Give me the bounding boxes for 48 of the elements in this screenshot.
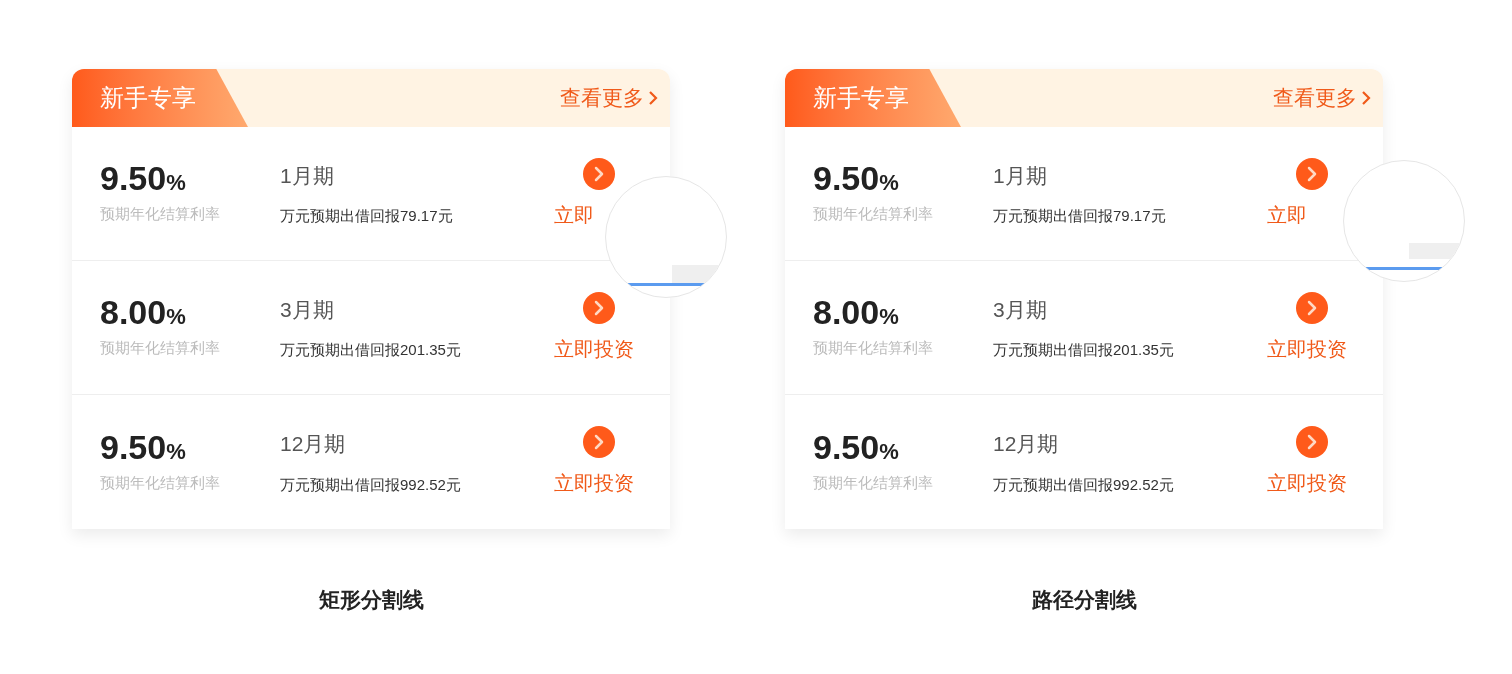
percent-sign: % xyxy=(166,440,186,463)
rate-label: 预期年化结算利率 xyxy=(100,204,221,225)
arrow-circle-icon xyxy=(1296,426,1328,458)
arrow-circle-icon xyxy=(583,157,615,190)
return-text: 万元预期出借回报992.52元 xyxy=(280,474,462,495)
arrow-circle-icon xyxy=(583,426,615,458)
percent-sign: % xyxy=(879,440,899,463)
invest-link[interactable]: 立即投资 xyxy=(1267,333,1347,364)
rate-value: 8.00 xyxy=(813,295,880,330)
rate-value: 9.50 xyxy=(813,161,880,196)
caption: 矩形分割线 xyxy=(318,587,424,613)
see-more-link[interactable]: 查看更多 xyxy=(1273,82,1371,114)
rate-label: 预期年化结算利率 xyxy=(813,472,934,493)
term-label: 3月期 xyxy=(993,296,1048,323)
return-text: 万元预期出借回报201.35元 xyxy=(993,340,1175,360)
see-more-link[interactable]: 查看更多 xyxy=(560,82,658,114)
rate-value: 9.50 xyxy=(100,429,167,464)
chevron-right-icon xyxy=(648,90,658,106)
arrow-circle-icon xyxy=(1296,157,1328,190)
invest-link[interactable]: 立即 xyxy=(1267,199,1307,230)
invest-link[interactable]: 立即投资 xyxy=(1267,468,1347,498)
return-text: 万元预期出借回报201.35元 xyxy=(280,340,462,360)
invest-link[interactable]: 立即投资 xyxy=(554,333,634,364)
term-label: 1月期 xyxy=(280,162,335,189)
rate-label: 预期年化结算利率 xyxy=(100,338,221,359)
chevron-right-icon xyxy=(1361,90,1371,106)
percent-sign: % xyxy=(879,306,899,329)
rate-label: 预期年化结算利率 xyxy=(813,204,934,225)
caption: 路径分割线 xyxy=(1031,587,1137,613)
rate-value: 9.50 xyxy=(813,429,880,464)
return-text: 万元预期出借回报79.17元 xyxy=(280,206,454,226)
rate-label: 预期年化结算利率 xyxy=(813,338,934,359)
arrow-circle-icon xyxy=(1296,291,1328,324)
invest-link[interactable]: 立即 xyxy=(554,199,594,230)
rate-value: 8.00 xyxy=(100,295,167,330)
term-label: 12月期 xyxy=(993,431,1060,457)
return-text: 万元预期出借回报79.17元 xyxy=(993,206,1167,226)
arrow-circle-icon xyxy=(583,291,615,324)
percent-sign: % xyxy=(166,172,186,195)
term-label: 3月期 xyxy=(280,296,335,323)
percent-sign: % xyxy=(166,306,186,329)
term-label: 1月期 xyxy=(993,162,1048,189)
rate-label: 预期年化结算利率 xyxy=(100,472,221,493)
return-text: 万元预期出借回报992.52元 xyxy=(993,474,1175,495)
term-label: 12月期 xyxy=(280,431,347,457)
rate-value: 9.50 xyxy=(100,161,167,196)
invest-link[interactable]: 立即投资 xyxy=(554,468,634,498)
percent-sign: % xyxy=(879,172,899,195)
